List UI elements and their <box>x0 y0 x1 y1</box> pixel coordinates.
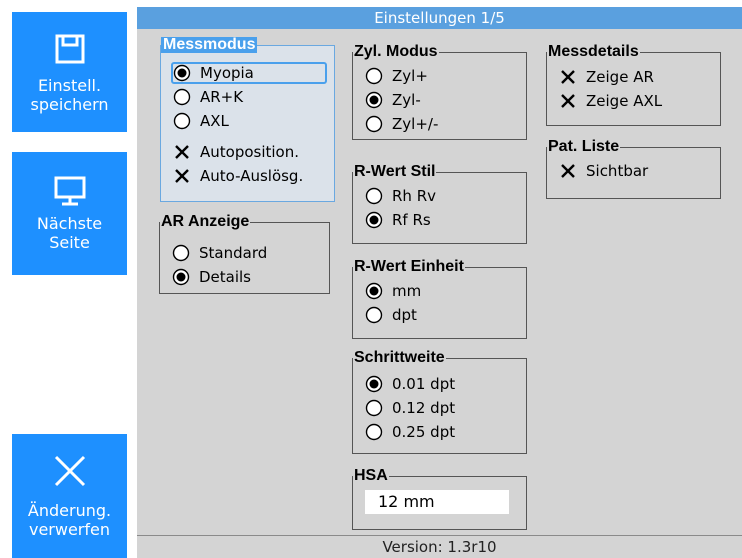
checkmark-x-icon <box>561 164 575 178</box>
radio-selected-icon <box>172 268 190 286</box>
radio-ar-anzeige-standard[interactable]: Standard <box>172 242 322 264</box>
checkbox-auto-ausloesung[interactable]: Auto-Auslösg. <box>173 165 323 187</box>
radio-r-wert-stil-rh-rv[interactable]: Rh Rv <box>365 185 515 207</box>
radio-selected-icon <box>365 91 383 109</box>
group-r-wert-einheit-legend: R-Wert Einheit <box>354 258 464 275</box>
settings-panel: Einstellungen 1/5 Messmodus Myopia AR+K … <box>137 7 742 558</box>
radio-r-wert-stil-rf-rs[interactable]: Rf Rs <box>365 209 515 231</box>
radio-messmodus-axl[interactable]: AXL <box>173 110 323 132</box>
version-label: Version: 1.3r10 <box>137 535 742 558</box>
radio-zyl-minus[interactable]: Zyl- <box>365 89 515 111</box>
radio-messmodus-ar-k[interactable]: AR+K <box>173 86 323 108</box>
discard-changes-button[interactable]: Änderung. verwerfen <box>12 434 127 558</box>
radio-schrittweite-0-12[interactable]: 0.12 dpt <box>365 397 515 419</box>
radio-unselected-icon <box>365 423 383 441</box>
group-zyl-modus-legend: Zyl. Modus <box>354 43 438 60</box>
next-page-button[interactable]: Nächste Seite <box>12 152 127 275</box>
checkmark-x-icon <box>175 169 189 183</box>
radio-unselected-icon <box>173 112 191 130</box>
group-r-wert-stil-legend: R-Wert Stil <box>354 163 436 180</box>
radio-ar-anzeige-details[interactable]: Details <box>172 266 322 288</box>
radio-selected-icon <box>365 282 383 300</box>
radio-unselected-icon <box>365 115 383 133</box>
radio-schrittweite-0-25[interactable]: 0.25 dpt <box>365 421 515 443</box>
group-ar-anzeige: AR Anzeige Standard Details <box>159 214 330 294</box>
group-pat-liste-legend: Pat. Liste <box>548 138 620 155</box>
radio-unselected-icon <box>173 88 191 106</box>
group-ar-anzeige-legend: AR Anzeige <box>161 213 250 230</box>
radio-selected-icon <box>365 211 383 229</box>
radio-messmodus-myopia[interactable]: Myopia <box>171 62 327 84</box>
radio-r-wert-einheit-mm[interactable]: mm <box>365 280 515 302</box>
discard-changes-label-line2: verwerfen <box>28 520 110 539</box>
close-x-icon <box>54 455 85 487</box>
floppy-disk-icon <box>55 34 84 64</box>
group-hsa-legend: HSA <box>354 467 388 484</box>
radio-selected-icon <box>173 64 191 82</box>
group-schrittweite: Schrittweite 0.01 dpt 0.12 dpt 0.25 dpt <box>352 350 527 454</box>
hsa-value-field[interactable]: 12 mm <box>365 490 509 514</box>
checkbox-zeige-axl[interactable]: Zeige AXL <box>559 90 709 112</box>
group-r-wert-einheit: R-Wert Einheit mm dpt <box>352 259 527 339</box>
radio-unselected-icon <box>365 306 383 324</box>
discard-changes-label-line1: Änderung. <box>27 501 112 520</box>
radio-r-wert-einheit-dpt[interactable]: dpt <box>365 304 515 326</box>
next-page-label-line2: Seite <box>49 233 90 252</box>
checkbox-autoposition[interactable]: Autoposition. <box>173 141 323 163</box>
group-hsa: HSA 12 mm <box>352 468 527 530</box>
checkmark-x-icon <box>561 94 575 108</box>
radio-unselected-icon <box>365 399 383 417</box>
group-messmodus-legend: Messmodus <box>161 36 258 53</box>
group-pat-liste: Pat. Liste Sichtbar <box>546 139 721 199</box>
monitor-icon <box>54 176 85 206</box>
next-page-label-line1: Nächste <box>36 214 103 233</box>
group-messmodus: Messmodus Myopia AR+K AXL Autoposition. … <box>160 37 335 202</box>
radio-schrittweite-0-01[interactable]: 0.01 dpt <box>365 373 515 395</box>
radio-unselected-icon <box>365 187 383 205</box>
page-title: Einstellungen 1/5 <box>137 7 742 29</box>
save-settings-label-line1: Einstell. <box>37 76 102 95</box>
radio-selected-icon <box>365 375 383 393</box>
group-zyl-modus: Zyl. Modus Zyl+ Zyl- Zyl+/- <box>352 44 527 140</box>
checkbox-sichtbar[interactable]: Sichtbar <box>559 160 709 182</box>
save-settings-label-line2: speichern <box>30 95 109 114</box>
group-r-wert-stil: R-Wert Stil Rh Rv Rf Rs <box>352 164 527 244</box>
group-messdetails: Messdetails Zeige AR Zeige AXL <box>546 44 721 126</box>
save-settings-button[interactable]: Einstell. speichern <box>12 12 127 132</box>
group-messdetails-legend: Messdetails <box>548 43 639 60</box>
checkmark-x-icon <box>175 145 189 159</box>
radio-unselected-icon <box>365 67 383 85</box>
radio-unselected-icon <box>172 244 190 262</box>
checkbox-zeige-ar[interactable]: Zeige AR <box>559 66 709 88</box>
group-schrittweite-legend: Schrittweite <box>354 349 445 366</box>
radio-zyl-plus[interactable]: Zyl+ <box>365 65 515 87</box>
radio-zyl-plus-minus[interactable]: Zyl+/- <box>365 113 515 135</box>
checkmark-x-icon <box>561 70 575 84</box>
